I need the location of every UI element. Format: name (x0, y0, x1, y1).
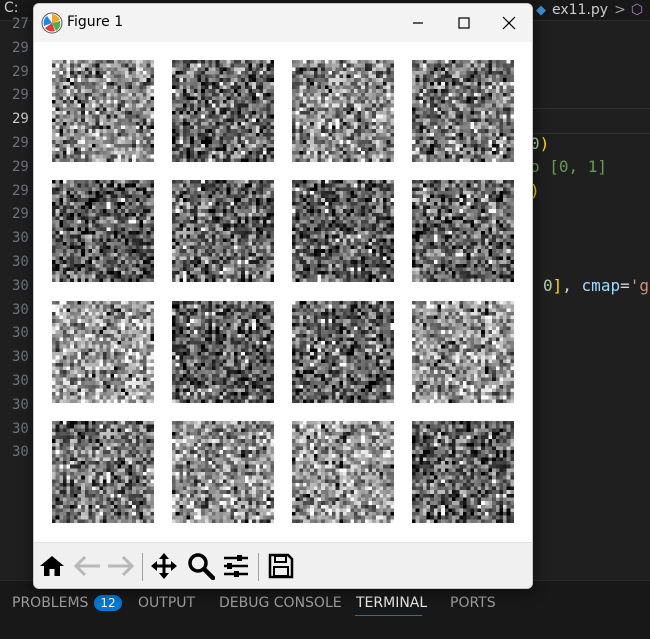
noise-image-tile (52, 421, 154, 523)
line-number: 30 (12, 397, 32, 413)
line-number: 30 (12, 373, 32, 389)
maximize-icon (458, 17, 470, 29)
code-token: ) (540, 134, 550, 153)
noise-image-tile (172, 301, 274, 403)
line-number: 29 (12, 159, 32, 175)
window-title: Figure 1 (67, 14, 123, 30)
home-icon (39, 554, 65, 578)
maximize-button[interactable] (441, 4, 487, 42)
code-token: ] (553, 276, 563, 295)
zoom-button[interactable] (185, 551, 217, 581)
window-title-bar[interactable]: Figure 1 (34, 4, 532, 42)
matplotlib-logo-icon (41, 12, 63, 34)
tab-problems-label: PROBLEMS (12, 595, 88, 611)
noise-image-tile (52, 180, 154, 282)
noise-image-tile (52, 60, 154, 162)
noise-image-tile (52, 301, 154, 403)
tab-debug-console[interactable]: DEBUG CONSOLE (219, 595, 342, 611)
forward-arrow-icon (106, 555, 134, 577)
line-number: 30 (12, 278, 32, 294)
pan-button[interactable] (148, 551, 180, 581)
close-button[interactable] (486, 4, 532, 42)
tab-terminal[interactable]: TERMINAL (356, 595, 427, 611)
tab-output[interactable]: OUTPUT (138, 595, 195, 611)
minimize-button[interactable] (395, 4, 441, 42)
pan-move-icon (150, 552, 178, 580)
noise-image-tile (292, 301, 394, 403)
noise-image-tile (412, 301, 514, 403)
code-token: = (620, 276, 630, 295)
minimize-icon (412, 17, 424, 29)
noise-image-tile (292, 60, 394, 162)
close-icon (502, 16, 516, 30)
code-token: o [0, 1] (530, 157, 607, 176)
noise-image-tile (172, 60, 274, 162)
noise-image-tile (172, 421, 274, 523)
file-tab-label: ex11.py (552, 2, 608, 18)
line-number: 30 (12, 325, 32, 341)
noise-image-tile (292, 421, 394, 523)
toolbar-separator (142, 553, 143, 581)
line-number: 30 (12, 444, 32, 460)
tab-problems[interactable]: PROBLEMS 12 (12, 595, 122, 611)
line-number: 30 (12, 302, 32, 318)
code-token: 0 (543, 276, 553, 295)
line-number: 30 (12, 230, 32, 246)
navigation-toolbar (34, 542, 532, 589)
noise-image-tile (292, 180, 394, 282)
line-number: 29 (12, 111, 32, 127)
line-number: 29 (12, 135, 32, 151)
breadcrumb-drive: C: (4, 0, 19, 16)
line-number: 29 (12, 64, 32, 80)
line-number: 30 (12, 254, 32, 270)
toolbar-separator (258, 553, 259, 581)
tab-ports[interactable]: PORTS (450, 595, 496, 611)
line-number: 29 (12, 87, 32, 103)
configure-subplots-icon (222, 553, 250, 579)
code-token: , (562, 276, 581, 295)
back-button[interactable] (72, 551, 104, 581)
active-tab-indicator (355, 615, 422, 616)
line-number: 30 (12, 349, 32, 365)
line-number: 27 (12, 16, 32, 32)
noise-image-tile (412, 421, 514, 523)
line-number: 29 (12, 40, 32, 56)
line-number: 30 (12, 421, 32, 437)
configure-subplots-button[interactable] (220, 551, 252, 581)
save-disk-icon (268, 553, 294, 579)
back-arrow-icon (74, 555, 102, 577)
matplotlib-figure-window: Figure 1 (33, 3, 533, 589)
current-line-highlight (530, 108, 650, 134)
breadcrumb-separator: > (614, 2, 626, 18)
zoom-magnifier-icon (187, 552, 215, 580)
code-line-fragment[interactable]: 0], cmap='g (543, 276, 649, 296)
symbol-cube-icon: ⬡ (631, 2, 643, 18)
forward-button[interactable] (104, 551, 136, 581)
code-token: cmap (582, 276, 621, 295)
figure-canvas[interactable] (34, 42, 532, 542)
noise-image-tile (172, 180, 274, 282)
line-number: 29 (12, 183, 32, 199)
editor-file-tab[interactable]: ◆ ex11.py > ⬡ (536, 0, 643, 20)
noise-image-tile (412, 180, 514, 282)
save-button[interactable] (265, 551, 297, 581)
problems-count-badge: 12 (94, 595, 121, 611)
noise-image-tile (412, 60, 514, 162)
home-button[interactable] (36, 551, 68, 581)
python-file-icon: ◆ (536, 3, 546, 18)
line-number: 29 (12, 206, 32, 222)
code-token: 'g (630, 276, 649, 295)
code-line-fragment[interactable]: o [0, 1] (530, 157, 607, 177)
